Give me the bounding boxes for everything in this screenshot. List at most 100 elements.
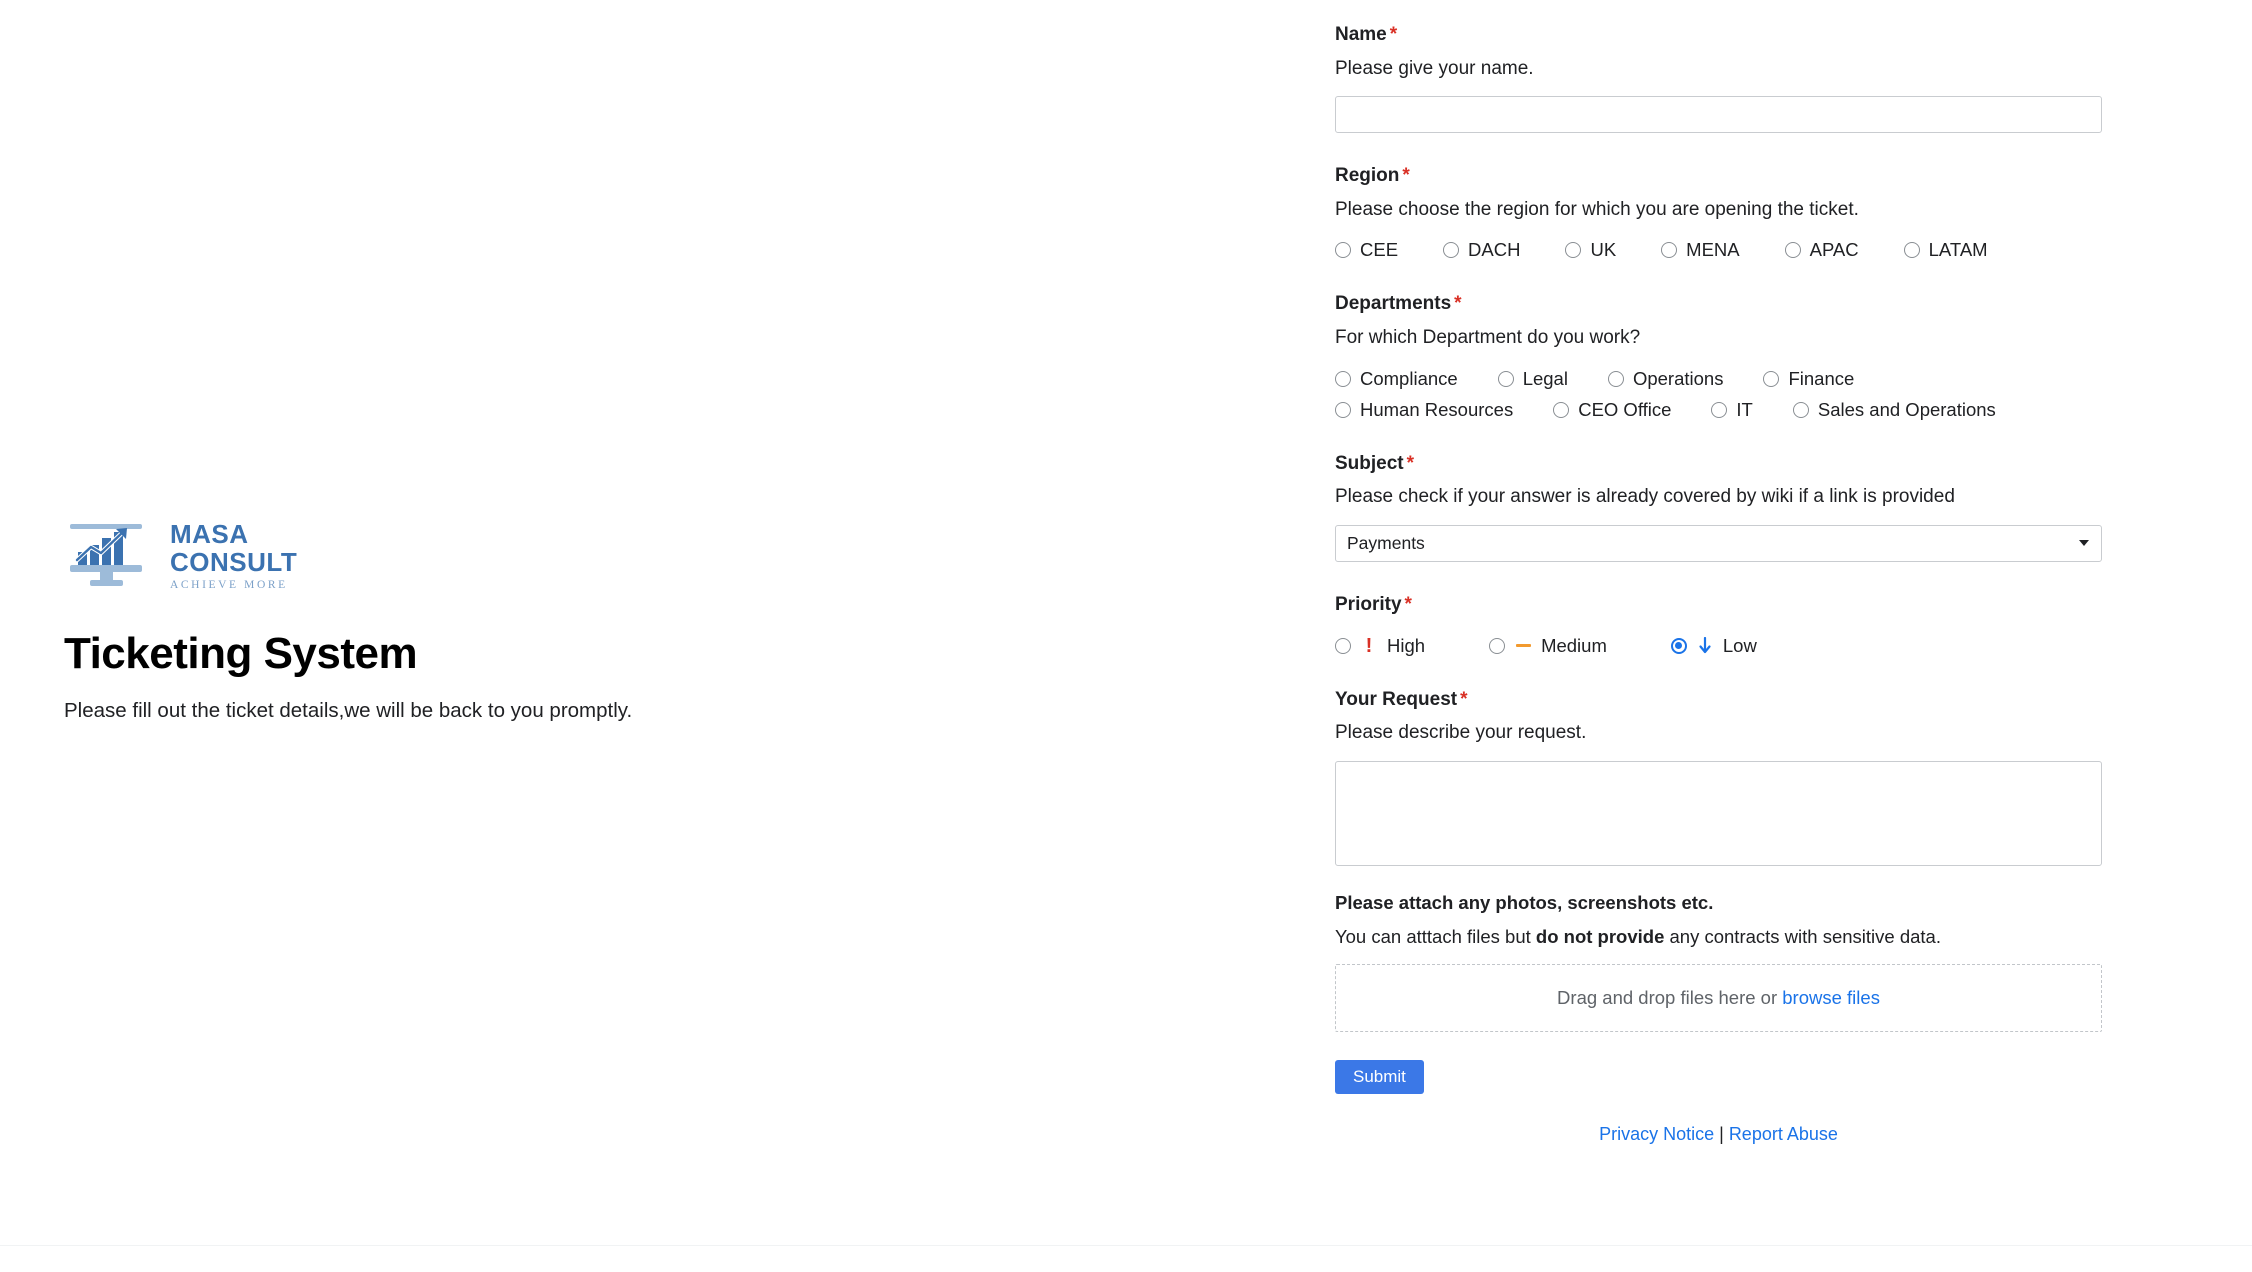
radio-icon[interactable]	[1335, 370, 1351, 387]
exclamation-glyph: !	[1365, 634, 1373, 657]
radio-icon[interactable]	[1553, 401, 1570, 418]
radio-icon[interactable]	[1497, 370, 1514, 387]
department-option-label: Sales and Operations	[1817, 398, 1996, 420]
ticketing-form-page: MASA CONSULT ACHIEVE MORE Ticketing Syst…	[0, 0, 2252, 1272]
request-textarea[interactable]	[1335, 760, 2102, 866]
request-help-text: Please describe your request.	[1335, 722, 1587, 744]
department-option-label: Operations	[1632, 367, 1724, 389]
field-your-request: Your Request * Please describe your reque…	[1335, 687, 2115, 866]
region-option-label: APAC	[1809, 239, 1859, 261]
arrow-down-icon	[1696, 637, 1714, 655]
region-option-mena[interactable]: MENA	[1661, 239, 1740, 261]
department-option-operations[interactable]: Operations	[1607, 367, 1724, 390]
browse-files-link[interactable]: browse files	[1782, 987, 1880, 1008]
department-option-label: Human Resources	[1360, 398, 1514, 420]
monitor-bar-chart-growth-icon	[64, 520, 154, 592]
radio-icon[interactable]	[1903, 242, 1920, 259]
radio-icon[interactable]	[1335, 637, 1351, 654]
branding-column: MASA CONSULT ACHIEVE MORE Ticketing Syst…	[64, 518, 864, 725]
subject-selected-value: Payments	[1347, 532, 1425, 553]
name-label-text: Name	[1335, 24, 1387, 45]
required-asterisk: *	[1454, 293, 1462, 315]
attachments-note: You can atttach files but do not provide…	[1335, 924, 2115, 950]
priority-option-medium[interactable]: Medium	[1489, 635, 1607, 657]
logo-word-consult: CONSULT	[170, 546, 298, 577]
dropzone-text: Drag and drop files here or browse files	[1557, 987, 1880, 1009]
report-abuse-link[interactable]: Report Abuse	[1729, 1124, 1838, 1144]
page-subtitle: Please fill out the ticket details,we wi…	[64, 699, 633, 723]
radio-icon[interactable]	[1711, 401, 1728, 418]
department-option-it[interactable]: IT	[1711, 398, 1753, 421]
request-label: Your Request *	[1335, 687, 2115, 713]
required-asterisk: *	[1406, 452, 1415, 474]
departments-options-row-2: Human Resources CEO Office IT Sales and …	[1335, 399, 2115, 421]
radio-icon[interactable]	[1607, 370, 1624, 387]
required-asterisk: *	[1460, 688, 1468, 710]
radio-icon[interactable]	[1565, 242, 1582, 259]
region-label-text: Region	[1335, 165, 1400, 187]
department-option-label: IT	[1736, 398, 1753, 420]
region-option-latam[interactable]: LATAM	[1903, 239, 1988, 261]
file-dropzone[interactable]: Drag and drop files here or browse files	[1335, 963, 2102, 1032]
department-option-label: CEO Office	[1578, 398, 1672, 420]
departments-help-text: For which Department do you work?	[1335, 327, 1641, 349]
priority-label: Priority *	[1335, 592, 2115, 618]
region-option-cee[interactable]: CEE	[1335, 239, 1398, 261]
department-option-human-resources[interactable]: Human Resources	[1335, 399, 1513, 421]
footer-separator: |	[1719, 1123, 1724, 1144]
subject-help-text: Please check if your answer is already c…	[1335, 486, 1955, 508]
page-bottom-divider	[0, 1245, 2252, 1246]
region-option-label: MENA	[1686, 239, 1740, 261]
department-option-sales-and-operations[interactable]: Sales and Operations	[1792, 398, 1996, 421]
page-title: Ticketing System	[64, 629, 418, 678]
attachments-note-emphasis: do not provide	[1535, 925, 1665, 947]
department-option-finance[interactable]: Finance	[1763, 368, 1854, 390]
radio-icon[interactable]	[1443, 242, 1460, 259]
department-option-legal[interactable]: Legal	[1497, 368, 1568, 390]
submit-button[interactable]: Submit	[1335, 1059, 1424, 1094]
radio-icon[interactable]	[1792, 401, 1809, 418]
priority-option-low[interactable]: Low	[1670, 634, 1757, 657]
department-option-label: Finance	[1788, 367, 1855, 389]
radio-icon[interactable]	[1335, 401, 1351, 418]
attachments-note-suffix: any contracts with sensitive data.	[1664, 925, 1941, 947]
subject-label: Subject *	[1335, 451, 2115, 477]
attachments-title: Please attach any photos, screenshots et…	[1335, 891, 1714, 913]
field-priority: Priority * ! High Medium Low	[1335, 592, 2115, 657]
name-help-text: Please give your name.	[1335, 57, 1534, 79]
subject-select[interactable]: Payments	[1335, 524, 2102, 562]
field-subject: Subject * Please check if your answer is …	[1335, 451, 2115, 562]
required-asterisk: *	[1404, 593, 1412, 615]
region-option-apac[interactable]: APAC	[1784, 239, 1859, 261]
required-asterisk: *	[1389, 24, 1398, 45]
name-input[interactable]	[1335, 96, 2102, 134]
dropzone-instruction: Drag and drop files here or	[1557, 986, 1783, 1008]
region-help-text: Please choose the region for which you a…	[1335, 198, 1859, 220]
region-options: CEE DACH UK MENA APAC LATAM	[1335, 239, 2115, 261]
department-option-label: Compliance	[1360, 367, 1458, 389]
department-option-compliance[interactable]: Compliance	[1335, 368, 1458, 390]
region-option-uk[interactable]: UK	[1565, 239, 1616, 261]
radio-icon[interactable]	[1784, 242, 1801, 259]
minus-dash-icon	[1514, 637, 1532, 655]
radio-icon[interactable]	[1661, 242, 1678, 259]
radio-icon-selected[interactable]	[1670, 637, 1687, 654]
region-option-dach[interactable]: DACH	[1443, 239, 1520, 261]
subject-label-text: Subject	[1335, 452, 1404, 474]
radio-icon[interactable]	[1335, 242, 1351, 259]
region-option-label: UK	[1590, 239, 1617, 261]
ticket-form: Name * Please give your name. Region * Ple…	[1335, 0, 2115, 1145]
privacy-notice-link[interactable]: Privacy Notice	[1599, 1124, 1714, 1144]
radio-icon[interactable]	[1763, 370, 1780, 387]
region-option-label: DACH	[1468, 239, 1521, 261]
departments-label-text: Departments	[1335, 293, 1452, 315]
department-option-ceo-office[interactable]: CEO Office	[1553, 399, 1671, 421]
region-option-label: LATAM	[1928, 239, 1988, 261]
field-region: Region * Please choose the region for whi…	[1335, 163, 2115, 261]
radio-icon[interactable]	[1489, 637, 1506, 654]
logo-wordmark: MASA CONSULT ACHIEVE MORE	[170, 521, 297, 592]
request-label-text: Your Request	[1335, 688, 1458, 710]
priority-option-high[interactable]: ! High	[1335, 635, 1425, 657]
exclamation-icon: !	[1360, 634, 1378, 657]
priority-option-label: Low	[1722, 634, 1757, 656]
